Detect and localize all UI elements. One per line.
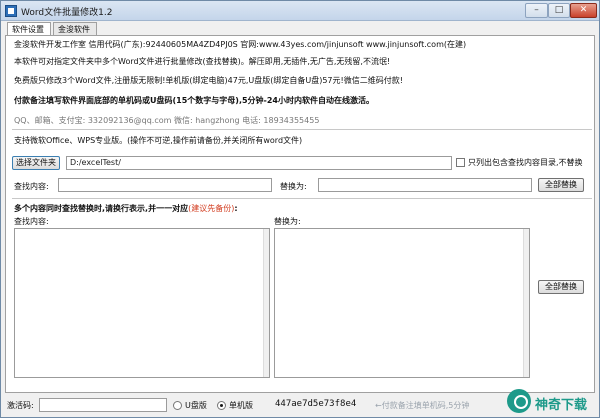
- payment-note: 付款备注填写软件界面底部的单机码或U盘码(15个数字与字母),5分钟-24小时内…: [14, 96, 374, 105]
- replace-label: 替换为:: [280, 182, 307, 191]
- multi-find-textarea[interactable]: [14, 228, 270, 378]
- contact-info: QQ、邮箱、支付宝: 332092136@qq.com 微信: hangzhon…: [14, 116, 320, 125]
- window-title: Word文件批量修改1.2: [21, 8, 113, 18]
- list-only-label: 只列出包含查找内容目录,不替换: [468, 158, 583, 167]
- maximize-button[interactable]: □: [548, 3, 570, 18]
- backup-hint: (建议先备份): [188, 204, 235, 213]
- app-icon: [5, 5, 17, 17]
- minimize-button[interactable]: –: [525, 3, 548, 18]
- pc-edition-radio[interactable]: [217, 401, 226, 410]
- close-button[interactable]: ✕: [570, 3, 597, 18]
- pc-edition-label: 单机版: [229, 401, 253, 410]
- watermark: 神奇下载: [507, 387, 599, 417]
- title-bar[interactable]: Word文件批量修改1.2 – □ ✕: [1, 1, 599, 21]
- usb-edition-radio[interactable]: [173, 401, 182, 410]
- activation-label: 激活码:: [7, 401, 34, 410]
- folder-path-input[interactable]: D:/excelTest/: [66, 156, 452, 170]
- multi-replace-label: 替换为:: [274, 217, 301, 226]
- multi-replace-textarea[interactable]: [274, 228, 530, 378]
- support-note: 支持微软Office、WPS专业版。(操作不可逆,操作前请备份,并关闭所有wor…: [14, 136, 303, 145]
- select-folder-button[interactable]: 选择文件夹: [12, 156, 60, 170]
- pricing-info: 免费版只修改3个Word文件,注册版无限制!单机版(绑定电脑)47元,U盘版(绑…: [14, 76, 403, 85]
- watermark-text: 神奇下载: [535, 398, 588, 413]
- machine-code: 447ae7d5e73f8e4: [275, 399, 357, 409]
- tab-jinjun-software[interactable]: 金浚软件: [53, 22, 97, 36]
- usb-edition-label: U盘版: [185, 401, 207, 410]
- replace-input[interactable]: [318, 178, 532, 192]
- list-only-checkbox[interactable]: [456, 158, 465, 167]
- software-description: 本软件可对指定文件夹中多个Word文件进行批量修改(查找替换)。解压即用,无插件…: [14, 57, 391, 66]
- find-label: 查找内容:: [14, 182, 49, 191]
- multi-replace-title: 多个内容同时查找替换时,请换行表示,并一一对应(建议先备份):: [14, 203, 238, 214]
- multi-replace-title-suffix: :: [234, 204, 238, 213]
- company-info: 金浚软件开发工作室 信用代码(广东):92440605MA4ZD4PJ0S 官网…: [14, 40, 467, 49]
- multi-find-label: 查找内容:: [14, 217, 49, 226]
- app-window: Word文件批量修改1.2 – □ ✕ 软件设置 金浚软件 金浚软件开发工作室 …: [0, 0, 600, 418]
- settings-panel: 金浚软件开发工作室 信用代码(广东):92440605MA4ZD4PJ0S 官网…: [5, 35, 595, 393]
- scrollbar[interactable]: [263, 229, 269, 377]
- find-input[interactable]: [58, 178, 272, 192]
- divider: [12, 198, 592, 199]
- watermark-logo-icon: [507, 389, 531, 413]
- divider: [12, 129, 592, 130]
- multi-replace-title-text: 多个内容同时查找替换时,请换行表示,并一一对应: [14, 204, 189, 213]
- scrollbar[interactable]: [523, 229, 529, 377]
- activation-code-input[interactable]: [39, 398, 167, 412]
- machine-code-hint: ←付款备注填单机码,5分钟: [375, 401, 470, 410]
- multi-replace-all-button[interactable]: 全部替换: [538, 280, 584, 294]
- replace-all-button[interactable]: 全部替换: [538, 178, 584, 192]
